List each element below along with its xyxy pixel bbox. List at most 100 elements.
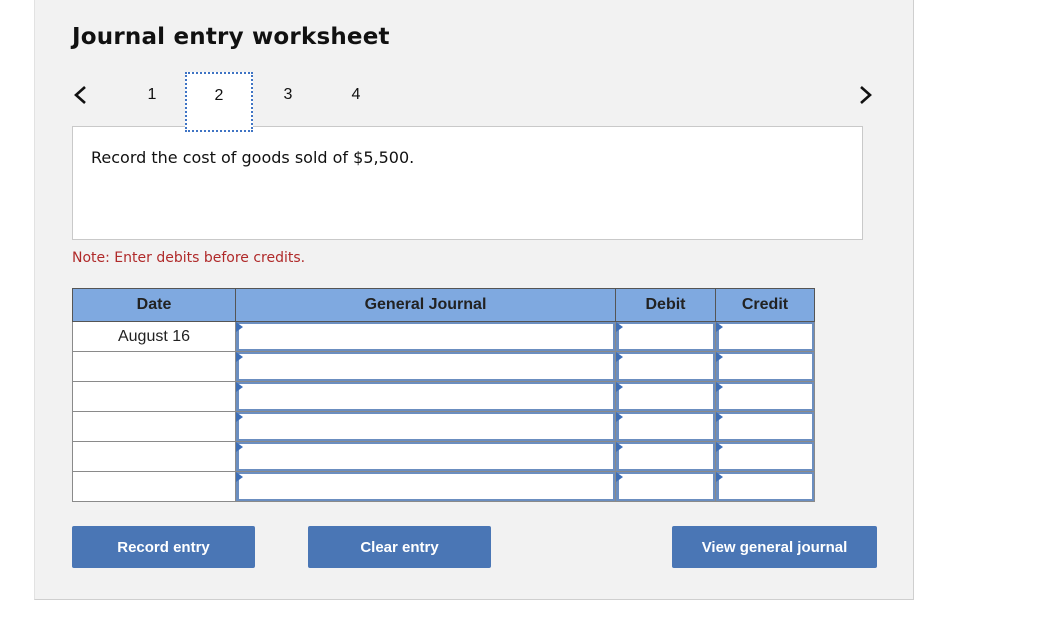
- credit-input-frame: [716, 322, 814, 351]
- dropdown-marker-icon: [716, 472, 723, 482]
- account-input-cell: [235, 441, 616, 472]
- tab-3[interactable]: 3: [254, 72, 322, 128]
- account-input[interactable]: [239, 444, 613, 469]
- credit-input[interactable]: [719, 414, 812, 439]
- debit-input-frame: [616, 322, 715, 351]
- account-input[interactable]: [239, 474, 613, 499]
- prompt-text: Record the cost of goods sold of $5,500.: [91, 148, 415, 167]
- table-row: [72, 471, 815, 502]
- account-input[interactable]: [239, 414, 613, 439]
- dropdown-marker-icon: [616, 442, 623, 452]
- debit-input-cell: [615, 441, 716, 472]
- dropdown-marker-icon: [716, 382, 723, 392]
- column-header-credit: Credit: [715, 288, 815, 322]
- dropdown-marker-icon: [616, 382, 623, 392]
- credit-input[interactable]: [719, 474, 812, 499]
- debit-input-frame: [616, 352, 715, 381]
- account-input-cell: [235, 351, 616, 382]
- chevron-right-icon: [860, 86, 872, 104]
- account-input-frame: [236, 412, 615, 441]
- account-input[interactable]: [239, 384, 613, 409]
- account-input-cell: [235, 471, 616, 502]
- credit-input[interactable]: [719, 324, 812, 349]
- credit-input[interactable]: [719, 444, 812, 469]
- table-row: [72, 381, 815, 412]
- account-input-frame: [236, 442, 615, 471]
- date-cell: [72, 381, 236, 412]
- account-input-cell: [235, 321, 616, 352]
- table-row: [72, 411, 815, 442]
- debit-input[interactable]: [619, 384, 713, 409]
- table-row: [72, 351, 815, 382]
- debit-input-cell: [615, 471, 716, 502]
- debit-input-cell: [615, 321, 716, 352]
- date-cell: [72, 411, 236, 442]
- debit-input-cell: [615, 351, 716, 382]
- table-row: [72, 441, 815, 472]
- column-header-general-journal: General Journal: [235, 288, 616, 322]
- column-header-date: Date: [72, 288, 236, 322]
- dropdown-marker-icon: [236, 382, 243, 392]
- debit-input-frame: [616, 442, 715, 471]
- credit-input[interactable]: [719, 354, 812, 379]
- dropdown-marker-icon: [236, 412, 243, 422]
- account-input-frame: [236, 382, 615, 411]
- credit-input-frame: [716, 352, 814, 381]
- dropdown-marker-icon: [616, 322, 623, 332]
- clear-entry-button[interactable]: Clear entry: [308, 526, 491, 568]
- tab-1[interactable]: 1: [118, 72, 186, 128]
- journal-table: Date General Journal Debit Credit August…: [72, 288, 815, 502]
- debit-input-cell: [615, 411, 716, 442]
- table-row: August 16: [72, 321, 815, 352]
- account-input-cell: [235, 381, 616, 412]
- prompt-box: Record the cost of goods sold of $5,500.: [72, 126, 863, 240]
- account-input-frame: [236, 352, 615, 381]
- debit-input[interactable]: [619, 354, 713, 379]
- debit-input[interactable]: [619, 324, 713, 349]
- dropdown-marker-icon: [716, 322, 723, 332]
- account-input-frame: [236, 322, 615, 351]
- dropdown-marker-icon: [616, 472, 623, 482]
- table-header-row: Date General Journal Debit Credit: [72, 288, 815, 322]
- record-entry-button[interactable]: Record entry: [72, 526, 255, 568]
- credit-input-cell: [715, 411, 815, 442]
- debit-input[interactable]: [619, 474, 713, 499]
- debit-input[interactable]: [619, 444, 713, 469]
- view-general-journal-button[interactable]: View general journal: [672, 526, 877, 568]
- date-cell: [72, 351, 236, 382]
- dropdown-marker-icon: [236, 352, 243, 362]
- tab-2[interactable]: 2: [185, 72, 253, 132]
- debit-input-frame: [616, 472, 715, 501]
- credit-input-cell: [715, 381, 815, 412]
- account-input[interactable]: [239, 354, 613, 379]
- debit-input-frame: [616, 412, 715, 441]
- tab-4[interactable]: 4: [322, 72, 390, 128]
- credit-input-cell: [715, 471, 815, 502]
- chevron-left-icon: [74, 86, 86, 104]
- dropdown-marker-icon: [716, 412, 723, 422]
- credit-input-frame: [716, 382, 814, 411]
- account-input[interactable]: [239, 324, 613, 349]
- credit-input-frame: [716, 442, 814, 471]
- credit-input[interactable]: [719, 384, 812, 409]
- credit-input-cell: [715, 351, 815, 382]
- page-title: Journal entry worksheet: [72, 24, 390, 50]
- date-cell: August 16: [72, 321, 236, 352]
- dropdown-marker-icon: [616, 412, 623, 422]
- date-cell: [72, 441, 236, 472]
- credit-input-frame: [716, 412, 814, 441]
- credit-input-frame: [716, 472, 814, 501]
- debit-input-frame: [616, 382, 715, 411]
- dropdown-marker-icon: [236, 322, 243, 332]
- note-text: Note: Enter debits before credits.: [72, 250, 306, 266]
- debit-input[interactable]: [619, 414, 713, 439]
- next-button[interactable]: [856, 82, 876, 108]
- dropdown-marker-icon: [716, 442, 723, 452]
- dropdown-marker-icon: [236, 472, 243, 482]
- prev-button[interactable]: [70, 82, 90, 108]
- credit-input-cell: [715, 321, 815, 352]
- dropdown-marker-icon: [716, 352, 723, 362]
- dropdown-marker-icon: [236, 442, 243, 452]
- debit-input-cell: [615, 381, 716, 412]
- credit-input-cell: [715, 441, 815, 472]
